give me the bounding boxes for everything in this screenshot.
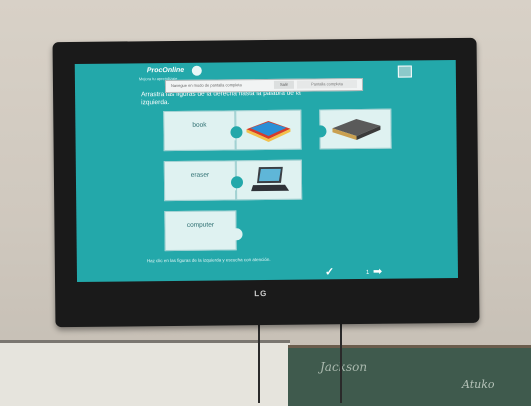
popup-exit-button[interactable]: Salir [273, 80, 295, 89]
fullscreen-popup: Navegue en modo de pantalla completa Sal… [164, 77, 364, 94]
popup-message: Navegue en modo de pantalla completa [170, 82, 242, 88]
app-brand: ProcOnline [146, 66, 185, 75]
word-label-computer: computer [186, 221, 215, 229]
check-icon[interactable]: ✓ [325, 265, 334, 278]
word-piece-eraser[interactable]: eraser [163, 160, 243, 202]
image-piece-book-open[interactable] [230, 109, 302, 151]
tv-cable [258, 318, 260, 403]
footer-instruction: Haz clic en las figuras de la izquierda … [146, 256, 271, 264]
app-screen: ProcOnline Mejora tu aprendizaje Arrastr… [74, 60, 459, 282]
chalkboard [288, 345, 531, 406]
popup-fullscreen-button[interactable]: Pantalla completa [296, 80, 358, 89]
page-number: 1 [365, 269, 370, 276]
word-piece-computer[interactable]: computer [164, 210, 243, 252]
tv-cable [340, 318, 342, 403]
word-label-book: book [192, 121, 207, 129]
word-piece-book[interactable]: book [163, 110, 242, 152]
laptop-icon [251, 166, 290, 192]
next-arrow-icon[interactable]: ➡ [373, 265, 382, 278]
fullscreen-icon[interactable] [397, 65, 412, 78]
chalk-writing-2: Atuko [462, 378, 495, 391]
image-piece-book-closed[interactable] [314, 108, 392, 150]
closed-book-icon [332, 119, 381, 141]
instruction-line-2: izquierda. [141, 99, 170, 107]
image-piece-laptop[interactable] [230, 159, 303, 201]
tv-brand-logo: LG [254, 288, 268, 299]
brand-logo-icon [191, 65, 202, 76]
word-label-eraser: eraser [190, 171, 210, 179]
open-book-icon [246, 120, 291, 142]
chalk-writing-1: Jackson [320, 360, 368, 374]
whiteboard [0, 340, 290, 406]
tv-monitor: LG ProcOnline Mejora tu aprendizaje Arra… [52, 37, 480, 328]
